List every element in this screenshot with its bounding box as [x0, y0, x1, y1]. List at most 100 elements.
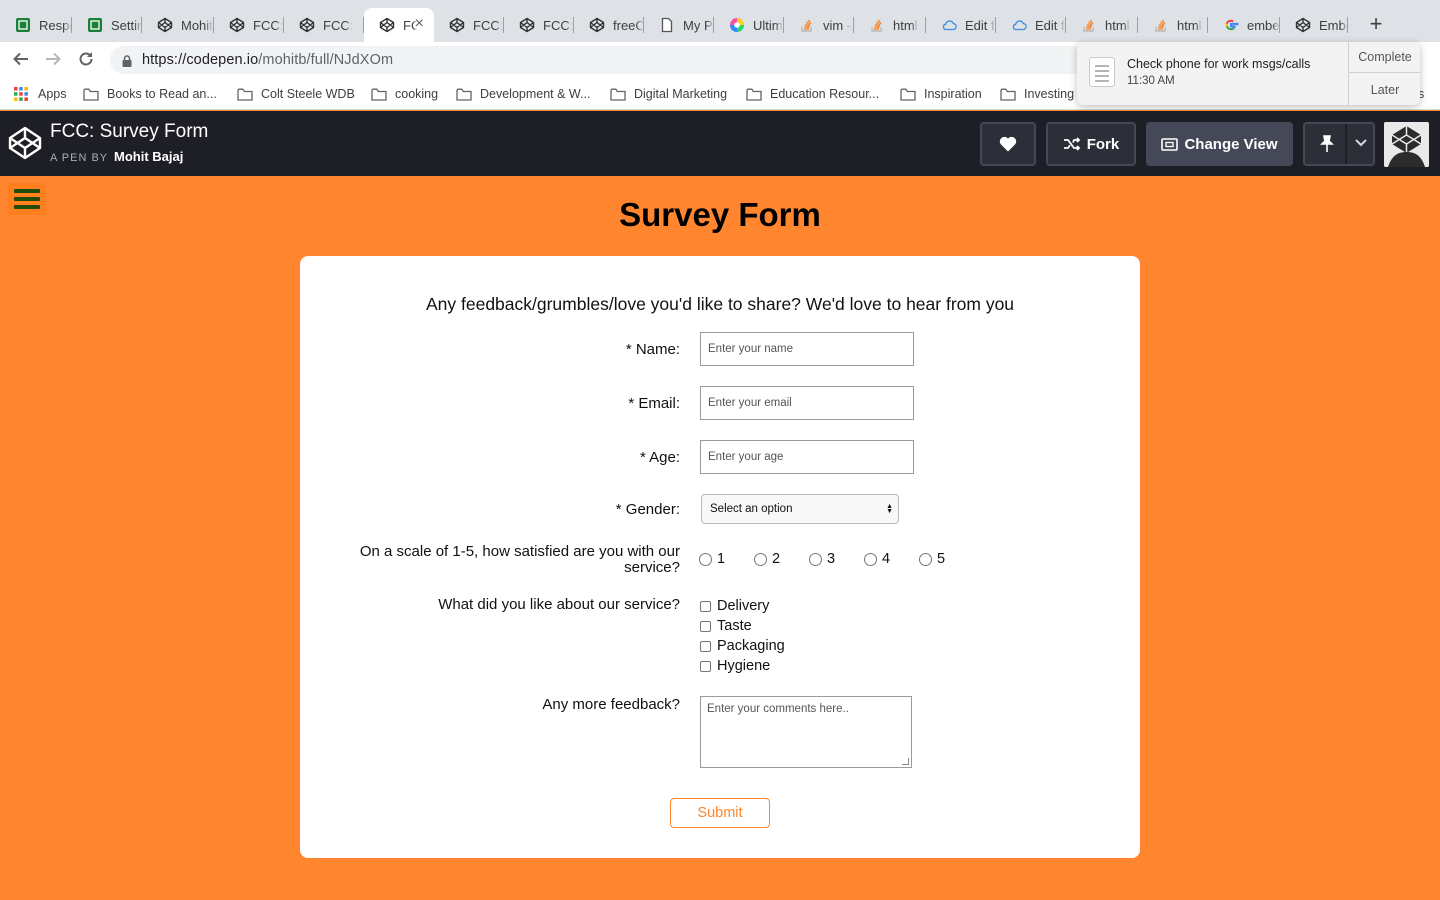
browser-tab[interactable]: FCC: [214, 8, 284, 42]
checkbox[interactable] [700, 620, 711, 632]
bookmark-folder[interactable]: Colt Steele WDB [237, 85, 355, 103]
rating-option[interactable]: 4 [864, 551, 890, 567]
apps-grid-icon [14, 87, 28, 101]
stack-overflow-icon [1153, 17, 1169, 33]
browser-tab[interactable]: FCC: [434, 8, 504, 42]
pin-icon [1320, 135, 1334, 152]
rating-option[interactable]: 3 [809, 551, 835, 567]
like-option[interactable]: Hygiene [700, 658, 770, 674]
bookmark-folder[interactable]: cooking [371, 85, 438, 103]
reminder-notification[interactable]: Check phone for work msgs/calls 11:30 AM… [1077, 42, 1421, 105]
folder-icon [746, 88, 762, 101]
browser-tab[interactable]: html [854, 8, 926, 42]
name-input[interactable] [700, 332, 914, 366]
browser-tab[interactable]: embe [1208, 8, 1280, 42]
new-tab-button[interactable]: + [1366, 13, 1386, 35]
change-view-label: Change View [1184, 135, 1278, 153]
browser-tab[interactable]: html [1066, 8, 1138, 42]
reload-icon [79, 52, 93, 66]
browser-tab[interactable]: Responsive [0, 8, 72, 42]
browser-tab[interactable]: Mohit [142, 8, 214, 42]
stack-overflow-icon [1081, 17, 1097, 33]
radio-button[interactable] [864, 552, 877, 566]
complete-button[interactable]: Complete [1349, 42, 1421, 73]
rating-label: 3 [827, 551, 836, 567]
codepen-logo-icon [299, 17, 315, 33]
like-option[interactable]: Taste [700, 618, 752, 634]
bookmark-label: Investing [1024, 87, 1075, 101]
browser-tab[interactable]: FC × [364, 8, 434, 42]
like-option[interactable]: Packaging [700, 638, 785, 654]
reload-button[interactable] [75, 50, 97, 70]
folder-icon [371, 88, 387, 101]
browser-tab[interactable]: html [1138, 8, 1208, 42]
feedback-textarea[interactable]: Enter your comments here.. [700, 696, 912, 768]
tab-title: Settings [111, 17, 142, 33]
bookmark-folder[interactable]: Books to Read an... [83, 85, 217, 103]
select-arrows-icon: ▲ ▼ [886, 503, 893, 515]
browser-tab[interactable]: Embe [1280, 8, 1348, 42]
like-option[interactable]: Delivery [700, 598, 769, 614]
browser-tab[interactable]: Edit f [926, 8, 996, 42]
pin-button[interactable] [1303, 122, 1375, 166]
rating-option[interactable]: 2 [754, 551, 780, 567]
bookmark-apps[interactable]: Apps [13, 85, 67, 103]
bookmark-folder[interactable]: Inspiration [900, 85, 982, 103]
radio-button[interactable] [699, 552, 712, 566]
survey-form: Any feedback/grumbles/love you'd like to… [300, 256, 1140, 858]
browser-tab[interactable]: Settings [72, 8, 142, 42]
tab-title: html [1105, 17, 1130, 33]
bookmark-label: Colt Steele WDB [261, 87, 355, 101]
fork-button[interactable]: Fork [1046, 122, 1136, 166]
radio-button[interactable] [809, 552, 822, 566]
bookmark-folder[interactable]: Education Resour... [746, 85, 879, 103]
browser-tab[interactable]: freeC [574, 8, 644, 42]
codepen-logo-icon [589, 17, 605, 33]
checkbox[interactable] [700, 600, 711, 612]
cloud-icon [1011, 17, 1027, 33]
codepen-logo-icon [157, 17, 173, 33]
like-label: Delivery [717, 598, 770, 614]
browser-tab[interactable]: FCC: [504, 8, 574, 42]
tab-title: html [1177, 17, 1202, 33]
age-input[interactable] [700, 440, 914, 474]
pen-title[interactable]: FCC: Survey Form [50, 121, 208, 143]
love-button[interactable] [980, 122, 1036, 166]
bookmark-folder[interactable]: Digital Marketing [610, 85, 727, 103]
bookmark-folder[interactable]: Development & W... [456, 85, 590, 103]
close-icon[interactable]: × [415, 16, 424, 32]
folder-icon [83, 88, 99, 101]
checkbox[interactable] [700, 660, 711, 672]
checkbox[interactable] [700, 640, 711, 652]
rating-option[interactable]: 5 [919, 551, 945, 567]
bookmark-folder[interactable]: Investing [1000, 85, 1074, 103]
browser-tab[interactable]: Ultim [714, 8, 784, 42]
browser-tab[interactable]: vim - [784, 8, 854, 42]
rating-option[interactable]: 1 [699, 551, 725, 567]
browser-tab[interactable]: Edit f [996, 8, 1066, 42]
gender-select[interactable]: Select an option ▲ ▼ [701, 494, 899, 524]
browser-tab[interactable]: My Pr [644, 8, 714, 42]
forward-button[interactable] [42, 50, 64, 70]
resize-handle[interactable] [902, 758, 909, 765]
codepen-logo-icon [519, 17, 535, 33]
folder-icon [1000, 88, 1016, 101]
fork-icon [1063, 137, 1081, 151]
button-divider [1345, 124, 1347, 164]
author-link[interactable]: Mohit Bajaj [114, 149, 183, 164]
codepen-logo-icon[interactable] [8, 126, 42, 165]
radio-button[interactable] [919, 552, 932, 566]
submit-button[interactable]: Submit [670, 798, 770, 828]
avatar[interactable] [1384, 122, 1429, 167]
back-button[interactable] [10, 50, 32, 70]
bookmark-label: cooking [395, 87, 439, 101]
feedback-placeholder: Enter your comments here.. [707, 703, 849, 715]
radio-button[interactable] [754, 552, 767, 566]
email-input[interactable] [700, 386, 914, 420]
tab-title: html [893, 17, 918, 33]
chevron-down-icon[interactable] [1355, 139, 1367, 147]
browser-tab[interactable]: FCC: [284, 8, 364, 42]
later-button[interactable]: Later [1349, 74, 1421, 105]
change-view-button[interactable]: Change View [1146, 122, 1293, 166]
color-wheel-icon [729, 17, 745, 33]
